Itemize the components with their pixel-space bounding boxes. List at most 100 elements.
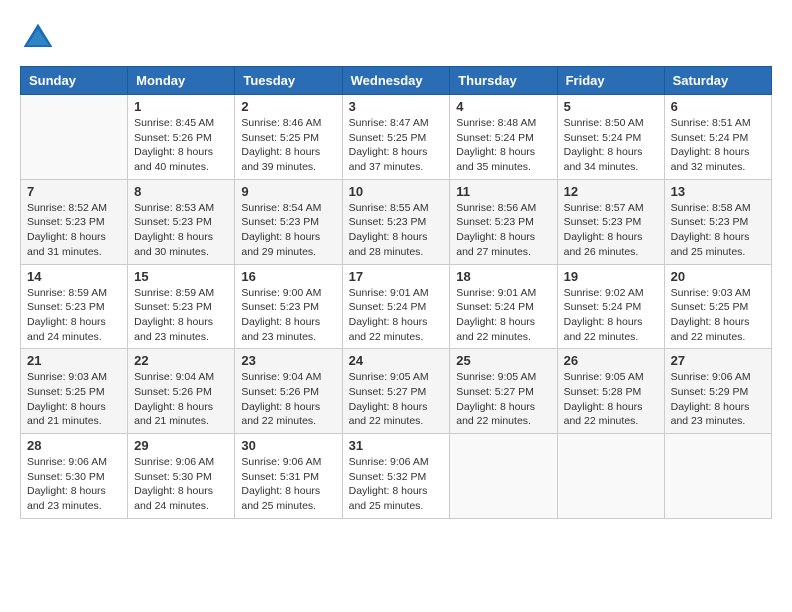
day-number: 21: [27, 353, 121, 368]
day-number: 19: [564, 269, 658, 284]
day-number: 9: [241, 184, 335, 199]
day-number: 8: [134, 184, 228, 199]
col-header-thursday: Thursday: [450, 67, 557, 95]
week-row-4: 28Sunrise: 9:06 AM Sunset: 5:30 PM Dayli…: [21, 434, 772, 519]
day-cell: 2Sunrise: 8:46 AM Sunset: 5:25 PM Daylig…: [235, 95, 342, 180]
day-detail: Sunrise: 8:53 AM Sunset: 5:23 PM Dayligh…: [134, 201, 228, 260]
day-number: 10: [349, 184, 444, 199]
day-cell: 26 Sunrise: 9:05 AM Sunset: 5:28 PM Dayli…: [557, 349, 664, 434]
day-number: 12: [564, 184, 658, 199]
day-detail: Sunrise: 8:46 AM Sunset: 5:25 PM Dayligh…: [241, 116, 335, 175]
day-cell: 20 Sunrise: 9:03 AM Sunset: 5:25 PM Dayli…: [664, 264, 771, 349]
day-detail: Sunrise: 8:59 AM Sunset: 5:23 PM Dayligh…: [134, 286, 228, 345]
day-cell: 31 Sunrise: 9:06 AM Sunset: 5:32 PM Dayli…: [342, 434, 450, 519]
day-number: 30: [241, 438, 335, 453]
day-detail: Sunrise: 8:50 AM Sunset: 5:24 PM Dayligh…: [564, 116, 658, 175]
day-cell: 3 Sunrise: 8:47 AM Sunset: 5:25 PM Daylig…: [342, 95, 450, 180]
day-number: 22: [134, 353, 228, 368]
day-cell: 19 Sunrise: 9:02 AM Sunset: 5:24 PM Dayli…: [557, 264, 664, 349]
day-cell: 28Sunrise: 9:06 AM Sunset: 5:30 PM Dayli…: [21, 434, 128, 519]
day-number: 5: [564, 99, 658, 114]
day-number: 11: [456, 184, 550, 199]
day-detail: Sunrise: 9:05 AM Sunset: 5:27 PM Dayligh…: [456, 370, 550, 429]
day-detail: Sunrise: 9:00 AM Sunset: 5:23 PM Dayligh…: [241, 286, 335, 345]
day-detail: Sunrise: 9:05 AM Sunset: 5:28 PM Dayligh…: [564, 370, 658, 429]
day-detail: Sunrise: 8:59 AM Sunset: 5:23 PM Dayligh…: [27, 286, 121, 345]
day-detail: Sunrise: 8:47 AM Sunset: 5:25 PM Dayligh…: [349, 116, 444, 175]
day-cell: 25 Sunrise: 9:05 AM Sunset: 5:27 PM Dayli…: [450, 349, 557, 434]
day-cell: 30 Sunrise: 9:06 AM Sunset: 5:31 PM Dayli…: [235, 434, 342, 519]
day-detail: Sunrise: 8:45 AM Sunset: 5:26 PM Dayligh…: [134, 116, 228, 175]
day-cell: 21 Sunrise: 9:03 AM Sunset: 5:25 PM Dayli…: [21, 349, 128, 434]
day-number: 1: [134, 99, 228, 114]
day-number: 4: [456, 99, 550, 114]
day-cell: 24Sunrise: 9:05 AM Sunset: 5:27 PM Dayli…: [342, 349, 450, 434]
col-header-saturday: Saturday: [664, 67, 771, 95]
day-detail: Sunrise: 8:56 AM Sunset: 5:23 PM Dayligh…: [456, 201, 550, 260]
day-detail: Sunrise: 8:51 AM Sunset: 5:24 PM Dayligh…: [671, 116, 765, 175]
day-detail: Sunrise: 9:03 AM Sunset: 5:25 PM Dayligh…: [27, 370, 121, 429]
day-number: 17: [349, 269, 444, 284]
day-cell: 5 Sunrise: 8:50 AM Sunset: 5:24 PM Daylig…: [557, 95, 664, 180]
day-detail: Sunrise: 8:58 AM Sunset: 5:23 PM Dayligh…: [671, 201, 765, 260]
day-detail: Sunrise: 9:06 AM Sunset: 5:30 PM Dayligh…: [27, 455, 121, 514]
day-detail: Sunrise: 9:06 AM Sunset: 5:30 PM Dayligh…: [134, 455, 228, 514]
col-header-friday: Friday: [557, 67, 664, 95]
day-number: 3: [349, 99, 444, 114]
day-cell: 22 Sunrise: 9:04 AM Sunset: 5:26 PM Dayli…: [128, 349, 235, 434]
day-number: 25: [456, 353, 550, 368]
day-number: 31: [349, 438, 444, 453]
day-detail: Sunrise: 9:05 AM Sunset: 5:27 PM Dayligh…: [349, 370, 444, 429]
day-number: 27: [671, 353, 765, 368]
day-detail: Sunrise: 9:02 AM Sunset: 5:24 PM Dayligh…: [564, 286, 658, 345]
day-detail: Sunrise: 9:03 AM Sunset: 5:25 PM Dayligh…: [671, 286, 765, 345]
day-number: 14: [27, 269, 121, 284]
day-cell: 23Sunrise: 9:04 AM Sunset: 5:26 PM Dayli…: [235, 349, 342, 434]
day-cell: 9 Sunrise: 8:54 AM Sunset: 5:23 PM Daylig…: [235, 179, 342, 264]
day-cell: 27 Sunrise: 9:06 AM Sunset: 5:29 PM Dayli…: [664, 349, 771, 434]
day-cell: 6Sunrise: 8:51 AM Sunset: 5:24 PM Daylig…: [664, 95, 771, 180]
day-detail: Sunrise: 9:01 AM Sunset: 5:24 PM Dayligh…: [456, 286, 550, 345]
day-detail: Sunrise: 8:57 AM Sunset: 5:23 PM Dayligh…: [564, 201, 658, 260]
col-header-sunday: Sunday: [21, 67, 128, 95]
logo: [20, 20, 60, 56]
day-cell: 16 Sunrise: 9:00 AM Sunset: 5:23 PM Dayli…: [235, 264, 342, 349]
day-cell: 15 Sunrise: 8:59 AM Sunset: 5:23 PM Dayli…: [128, 264, 235, 349]
week-row-3: 21 Sunrise: 9:03 AM Sunset: 5:25 PM Dayli…: [21, 349, 772, 434]
header-row: SundayMondayTuesdayWednesdayThursdayFrid…: [21, 67, 772, 95]
day-cell: 8 Sunrise: 8:53 AM Sunset: 5:23 PM Daylig…: [128, 179, 235, 264]
day-cell: 7Sunrise: 8:52 AM Sunset: 5:23 PM Daylig…: [21, 179, 128, 264]
day-cell: 11 Sunrise: 8:56 AM Sunset: 5:23 PM Dayli…: [450, 179, 557, 264]
day-cell: 1 Sunrise: 8:45 AM Sunset: 5:26 PM Daylig…: [128, 95, 235, 180]
col-header-wednesday: Wednesday: [342, 67, 450, 95]
day-detail: Sunrise: 9:04 AM Sunset: 5:26 PM Dayligh…: [134, 370, 228, 429]
week-row-2: 14 Sunrise: 8:59 AM Sunset: 5:23 PM Dayli…: [21, 264, 772, 349]
day-cell: [664, 434, 771, 519]
day-number: 18: [456, 269, 550, 284]
day-detail: Sunrise: 8:54 AM Sunset: 5:23 PM Dayligh…: [241, 201, 335, 260]
day-number: 16: [241, 269, 335, 284]
day-detail: Sunrise: 8:55 AM Sunset: 5:23 PM Dayligh…: [349, 201, 444, 260]
day-cell: 10 Sunrise: 8:55 AM Sunset: 5:23 PM Dayli…: [342, 179, 450, 264]
day-number: 20: [671, 269, 765, 284]
day-number: 15: [134, 269, 228, 284]
day-detail: Sunrise: 8:52 AM Sunset: 5:23 PM Dayligh…: [27, 201, 121, 260]
day-detail: Sunrise: 9:06 AM Sunset: 5:32 PM Dayligh…: [349, 455, 444, 514]
col-header-monday: Monday: [128, 67, 235, 95]
day-number: 29: [134, 438, 228, 453]
day-detail: Sunrise: 8:48 AM Sunset: 5:24 PM Dayligh…: [456, 116, 550, 175]
day-cell: [557, 434, 664, 519]
day-number: 23: [241, 353, 335, 368]
day-detail: Sunrise: 9:06 AM Sunset: 5:31 PM Dayligh…: [241, 455, 335, 514]
col-header-tuesday: Tuesday: [235, 67, 342, 95]
logo-icon: [20, 20, 56, 56]
day-cell: [450, 434, 557, 519]
day-cell: 18 Sunrise: 9:01 AM Sunset: 5:24 PM Dayli…: [450, 264, 557, 349]
day-cell: 29 Sunrise: 9:06 AM Sunset: 5:30 PM Dayli…: [128, 434, 235, 519]
week-row-1: 7Sunrise: 8:52 AM Sunset: 5:23 PM Daylig…: [21, 179, 772, 264]
day-detail: Sunrise: 9:06 AM Sunset: 5:29 PM Dayligh…: [671, 370, 765, 429]
day-number: 26: [564, 353, 658, 368]
day-cell: 14 Sunrise: 8:59 AM Sunset: 5:23 PM Dayli…: [21, 264, 128, 349]
day-cell: 12 Sunrise: 8:57 AM Sunset: 5:23 PM Dayli…: [557, 179, 664, 264]
day-detail: Sunrise: 9:01 AM Sunset: 5:24 PM Dayligh…: [349, 286, 444, 345]
